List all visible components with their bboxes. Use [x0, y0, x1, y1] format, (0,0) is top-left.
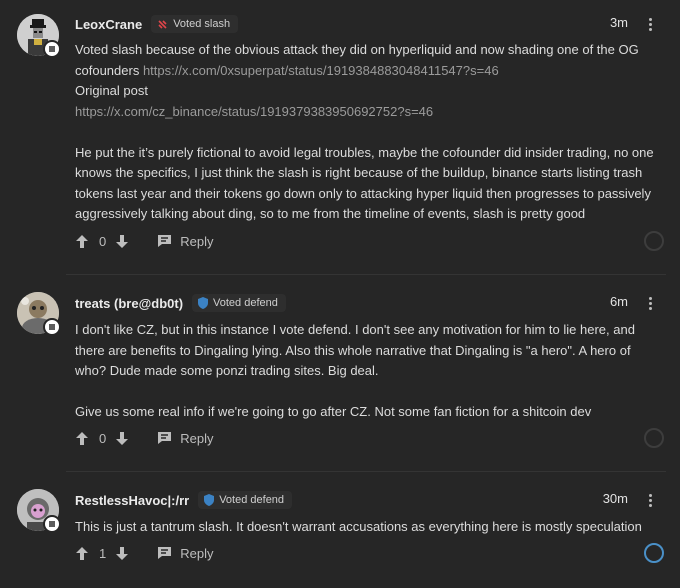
comment-text: This is just a tantrum slash. It doesn't…: [75, 519, 642, 534]
downvote-icon[interactable]: [115, 431, 129, 445]
downvote-icon[interactable]: [115, 234, 129, 248]
comment-text: Voted slash because of the obvious attac…: [75, 42, 639, 57]
comment-text: Give us some real info if we're going to…: [75, 404, 592, 419]
divider: [66, 471, 666, 472]
reply-icon: [158, 235, 172, 247]
comment-text: I don't like CZ, but in this instance I …: [75, 322, 635, 337]
comment-text: Original post: [75, 83, 148, 98]
timestamp: 3m: [609, 15, 628, 30]
comment-text: there are benefits to Dingaling lying. A…: [75, 342, 631, 358]
shield-icon: [204, 494, 215, 506]
upvote-icon[interactable]: [75, 234, 89, 248]
reply-icon: [158, 432, 172, 444]
comment-text: aggressively talking about ding, so to m…: [75, 206, 586, 221]
status-ring-icon: [644, 428, 664, 448]
shield-icon: [198, 297, 209, 309]
vote-badge: Voted defend: [198, 491, 293, 509]
link[interactable]: https://x.com/cz_binance/status/19193793…: [75, 104, 433, 119]
comment-body: Voted slash because of the obvious attac…: [75, 40, 665, 225]
tag-icon: [43, 515, 61, 533]
comment-text: He put the it’s purely fictional to avoi…: [75, 144, 654, 160]
vote-label: Voted slash: [173, 18, 231, 30]
username[interactable]: LeoxCrane: [75, 17, 142, 32]
reply-button[interactable]: Reply: [157, 431, 213, 446]
vote-badge: Voted defend: [192, 294, 286, 312]
avatar[interactable]: [17, 292, 61, 336]
vote-label: Voted defend: [219, 494, 285, 506]
vote-slash-icon: [158, 19, 167, 29]
username[interactable]: RestlessHavoc|:/rr: [75, 493, 189, 508]
upvote-icon[interactable]: [75, 431, 89, 445]
username[interactable]: treats (bre@db0t): [75, 296, 183, 311]
reply-button[interactable]: Reply: [157, 546, 213, 561]
reply-label: Reply: [180, 545, 214, 561]
divider: [66, 274, 666, 275]
comment-body: This is just a tantrum slash. It doesn't…: [75, 517, 665, 538]
tag-icon: [43, 40, 61, 58]
upvote-icon[interactable]: [75, 546, 89, 560]
status-ring-icon: [644, 543, 664, 563]
avatar[interactable]: [17, 14, 61, 58]
vote-badge: Voted slash: [151, 15, 239, 33]
reply-icon: [158, 547, 172, 559]
status-ring-icon: [644, 231, 664, 251]
vote-count: 1: [99, 545, 107, 561]
more-icon[interactable]: [640, 490, 660, 510]
tag-icon: [43, 318, 61, 336]
reply-label: Reply: [180, 233, 214, 249]
link[interactable]: https://x.com/0xsuperpat/status/19193848…: [143, 63, 499, 78]
vote-count: 0: [99, 233, 107, 249]
reply-button[interactable]: Reply: [157, 234, 213, 249]
comment-text: cofounders: [75, 62, 140, 78]
comment-text: knows the specifics, I just think the sl…: [75, 165, 643, 180]
vote-label: Voted defend: [213, 297, 278, 309]
more-icon[interactable]: [640, 293, 660, 313]
more-icon[interactable]: [640, 14, 660, 34]
vote-count: 0: [99, 430, 107, 446]
avatar[interactable]: [17, 489, 61, 533]
reply-label: Reply: [180, 430, 214, 446]
downvote-icon[interactable]: [115, 546, 129, 560]
comment-text: tokens last year and their tokens go dow…: [75, 185, 651, 201]
timestamp: 30m: [602, 491, 628, 506]
timestamp: 6m: [609, 294, 628, 309]
comment-text: who? Dude made some ponzi trading sites.…: [75, 363, 379, 378]
comment-body: I don't like CZ, but in this instance I …: [75, 320, 665, 423]
